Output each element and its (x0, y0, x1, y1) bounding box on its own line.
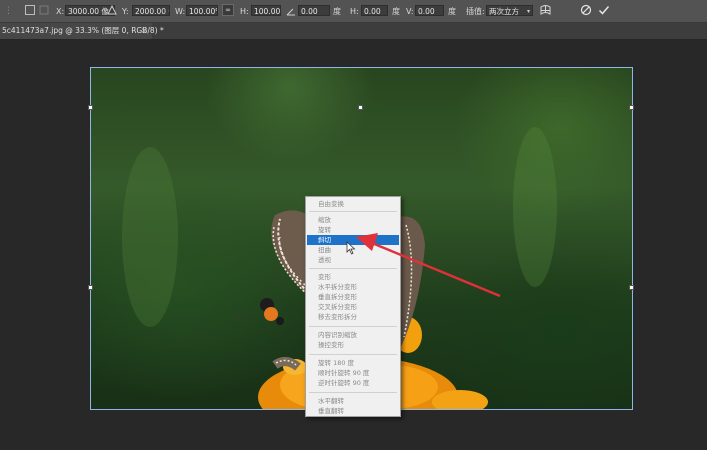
arrow-line (371, 241, 501, 298)
annotation-arrow (356, 233, 501, 298)
cursor-icon (346, 241, 356, 255)
arrow-head (356, 233, 378, 251)
